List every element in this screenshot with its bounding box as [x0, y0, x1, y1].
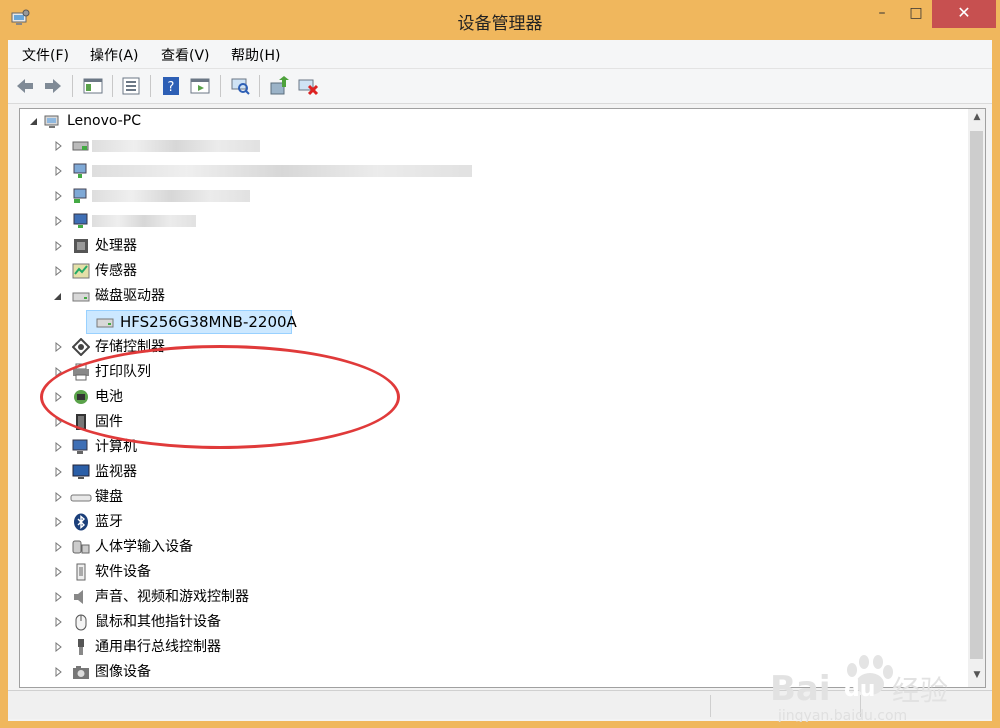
expand-triangle-icon[interactable] — [55, 442, 63, 452]
client-area: 文件(F) 操作(A) 查看(V) 帮助(H) ? Lenovo-PC 处理器 … — [8, 40, 992, 724]
watermark-cn: 经验 — [892, 674, 948, 707]
expand-triangle-icon[interactable] — [55, 166, 63, 176]
network-adapter-icon — [73, 188, 87, 203]
list-item[interactable] — [20, 159, 480, 183]
expand-triangle-icon[interactable] — [55, 191, 63, 201]
expand-triangle-icon[interactable] — [55, 642, 63, 652]
expand-triangle-icon[interactable] — [55, 492, 63, 502]
expand-triangle-icon[interactable] — [55, 266, 63, 276]
expand-triangle-icon[interactable] — [55, 241, 63, 251]
baidu-paw-logo: Bai du 经验 jingyan.baidu.com — [770, 655, 948, 724]
network-adapter-icon — [73, 163, 87, 178]
ide-controller-icon — [72, 141, 89, 151]
tree-category-monitors[interactable]: 监视器 — [20, 460, 320, 484]
watermark-brand2: du — [844, 677, 875, 702]
expand-triangle-icon[interactable] — [55, 141, 63, 151]
tree-category-imaging[interactable]: 图像设备 — [20, 660, 320, 684]
list-item[interactable] — [20, 209, 320, 233]
camera-icon — [73, 666, 89, 679]
scroll-thumb[interactable] — [970, 131, 983, 659]
forward-arrow-icon[interactable] — [42, 75, 64, 97]
display-adapter-icon — [73, 213, 88, 228]
collapse-triangle-icon[interactable] — [54, 291, 62, 301]
tree-category-sound[interactable]: 声音、视频和游戏控制器 — [20, 585, 320, 609]
expand-triangle-icon[interactable] — [55, 517, 63, 527]
tree-category-hid[interactable]: 人体学输入设备 — [20, 535, 320, 559]
title-bar: 设备管理器 – □ ✕ — [0, 0, 1000, 40]
vertical-scrollbar[interactable]: ▲ ▼ — [968, 108, 986, 688]
expand-triangle-icon[interactable] — [55, 567, 63, 577]
svg-text:?: ? — [168, 80, 175, 95]
tree-category-bluetooth[interactable]: 蓝牙 — [20, 510, 320, 534]
maximize-button[interactable]: □ — [900, 0, 932, 28]
tree-category-disk-drives[interactable]: 磁盘驱动器 — [20, 284, 320, 308]
expand-triangle-icon[interactable] — [55, 542, 63, 552]
usb-icon — [78, 639, 84, 655]
expand-triangle-icon[interactable] — [55, 216, 63, 226]
menu-view[interactable]: 查看(V) — [161, 45, 210, 65]
scroll-up-arrow-icon[interactable]: ▲ — [968, 112, 986, 122]
processor-icon — [74, 239, 88, 253]
device-tree: Lenovo-PC 处理器 传感器 磁盘驱动器 HFS256G38MNB-220… — [19, 108, 968, 688]
collapse-triangle-icon[interactable] — [30, 116, 38, 126]
speaker-icon — [74, 590, 83, 604]
tree-root[interactable]: Lenovo-PC — [20, 109, 320, 133]
computer-icon — [72, 439, 88, 454]
baidu-watermark: Bai du 经验 jingyan.baidu.com — [770, 652, 990, 726]
watermark-brand: Bai — [770, 669, 831, 709]
properties-window-icon[interactable] — [82, 75, 104, 97]
uninstall-device-icon[interactable] — [297, 75, 319, 97]
device-manager-window: 设备管理器 – □ ✕ 文件(F) 操作(A) 查看(V) 帮助(H) ? Le… — [0, 0, 1000, 728]
tree-category-software-devices[interactable]: 软件设备 — [20, 560, 320, 584]
sensor-icon — [72, 263, 90, 279]
expand-triangle-icon[interactable] — [55, 342, 63, 352]
watermark-url: jingyan.baidu.com — [777, 708, 907, 722]
update-driver-icon[interactable] — [268, 75, 290, 97]
tree-category-mice[interactable]: 鼠标和其他指针设备 — [20, 610, 320, 634]
expand-triangle-icon[interactable] — [55, 667, 63, 677]
menu-action[interactable]: 操作(A) — [90, 45, 139, 65]
tree-category-keyboards[interactable]: 键盘 — [20, 485, 320, 509]
tree-category-usb[interactable]: 通用串行总线控制器 — [20, 635, 320, 659]
tree-category-sensor[interactable]: 传感器 — [20, 259, 320, 283]
hid-icon — [72, 540, 90, 554]
menu-bar: 文件(F) 操作(A) 查看(V) 帮助(H) — [8, 40, 992, 69]
toolbar: ? — [8, 69, 992, 104]
computer-icon — [44, 115, 59, 128]
tree-category-processor[interactable]: 处理器 — [20, 234, 320, 258]
keyboard-icon — [70, 494, 92, 502]
action-pane-icon[interactable] — [189, 75, 211, 97]
window-title: 设备管理器 — [457, 14, 543, 34]
help-icon[interactable]: ? — [160, 75, 182, 97]
expand-triangle-icon[interactable] — [55, 617, 63, 627]
tree-root-label: Lenovo-PC — [67, 113, 141, 129]
monitor-icon — [72, 464, 90, 479]
disk-drive-icon — [72, 292, 90, 302]
scan-hardware-icon[interactable] — [229, 75, 251, 97]
disk-device-label: HFS256G38MNB-2200A — [120, 313, 297, 331]
list-item[interactable] — [20, 184, 320, 208]
back-arrow-icon[interactable] — [14, 75, 36, 97]
menu-help[interactable]: 帮助(H) — [231, 45, 280, 65]
close-button[interactable]: ✕ — [932, 0, 996, 28]
bluetooth-icon — [74, 513, 88, 531]
disk-device-item[interactable]: HFS256G38MNB-2200A — [86, 310, 297, 334]
menu-file[interactable]: 文件(F) — [22, 45, 69, 65]
disk-drive-icon — [96, 318, 114, 328]
expand-triangle-icon[interactable] — [55, 592, 63, 602]
mouse-icon — [75, 614, 87, 631]
annotation-ellipse — [40, 345, 400, 449]
storage-controller-icon — [72, 338, 90, 356]
expand-triangle-icon[interactable] — [55, 467, 63, 477]
minimize-button[interactable]: – — [864, 0, 900, 28]
software-device-icon — [76, 563, 86, 581]
device-list-icon[interactable] — [120, 75, 142, 97]
list-item[interactable] — [20, 134, 320, 158]
